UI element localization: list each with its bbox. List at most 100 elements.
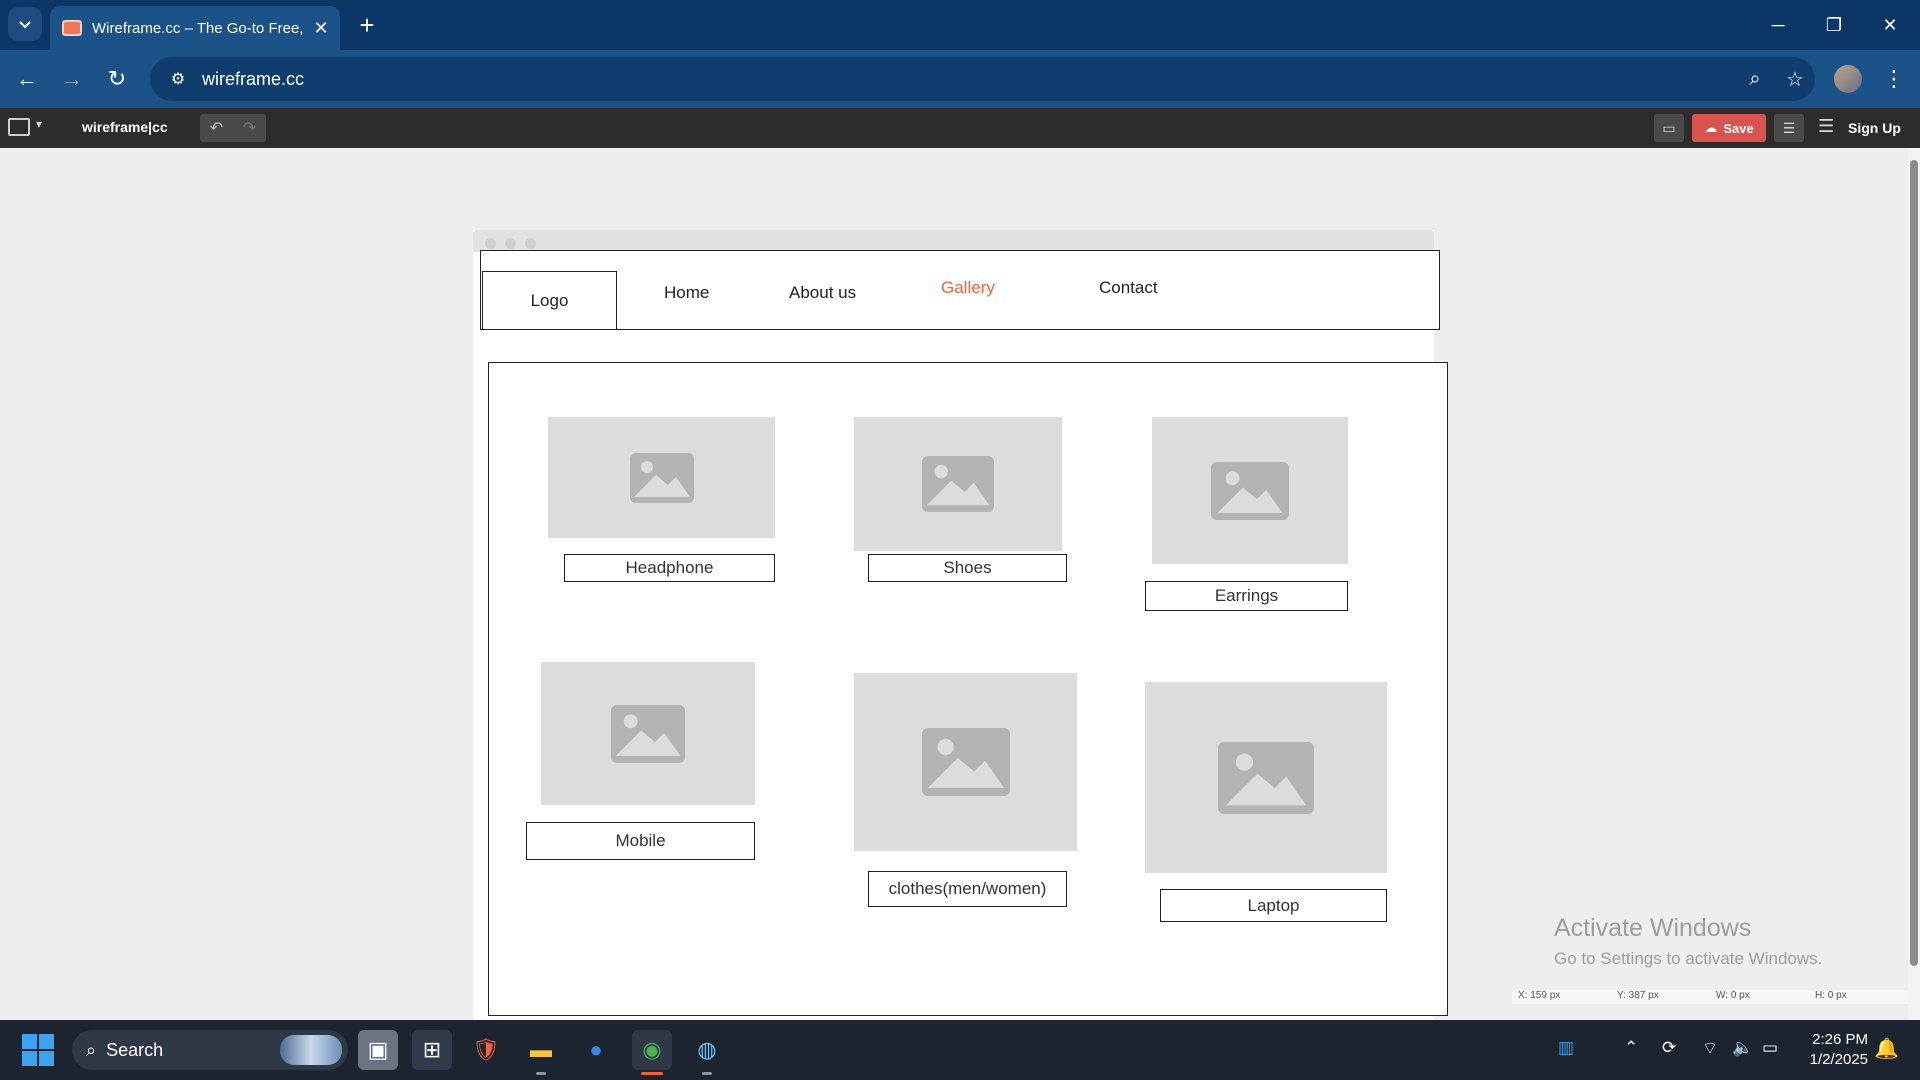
image-icon xyxy=(922,456,994,512)
windows-taskbar: ⌕ Search ▣ ⊞ 🛡 ▬ ● ◉ ◍ ▥ ⌃ ⟳ ⌔ 🔈 ▭ 2:26 … xyxy=(0,1020,1920,1080)
wifi-icon[interactable]: ⌔ xyxy=(1702,1038,1718,1059)
search-highlight-image xyxy=(280,1035,342,1065)
profile-avatar[interactable] xyxy=(1834,65,1862,93)
settings-button[interactable]: ☰ xyxy=(1774,114,1804,142)
app-toolbar: ▾ wireframe|cc ↶ ↷ ▭ ☁ Save ☰ ☰ Sign Up xyxy=(0,108,1920,148)
restore-window-button[interactable]: ❐ xyxy=(1806,0,1862,50)
comment-button[interactable]: ▭ xyxy=(1654,114,1684,142)
microsoft-store-icon[interactable]: ⊞ xyxy=(412,1030,452,1070)
widgets-icon[interactable]: ▥ xyxy=(1558,1038,1574,1058)
wireframe-logo-box[interactable]: Logo xyxy=(482,271,617,330)
gallery-label-shoes[interactable]: Shoes xyxy=(868,554,1067,582)
wireframe-favicon-icon xyxy=(62,20,82,36)
image-placeholder[interactable] xyxy=(854,417,1062,551)
canvas-scrollbar-thumb[interactable] xyxy=(1910,160,1918,966)
activate-windows-watermark: Activate Windows Go to Settings to activ… xyxy=(1554,914,1822,969)
browser-toolbar: ← → ↻ ⚙ wireframe.cc ⌕ ☆ ⋮ xyxy=(0,50,1920,108)
undo-redo-group: ↶ ↷ xyxy=(200,114,266,142)
address-bar[interactable]: ⚙ wireframe.cc ⌕ ☆ xyxy=(150,57,1815,101)
app-logo: wireframe|cc xyxy=(82,119,168,135)
image-placeholder[interactable] xyxy=(548,417,775,538)
image-placeholder[interactable] xyxy=(1152,417,1348,564)
minimize-window-button[interactable]: ─ xyxy=(1750,0,1806,50)
image-icon xyxy=(1218,741,1314,814)
running-indicator xyxy=(536,1072,546,1075)
watermark-subtitle: Go to Settings to activate Windows. xyxy=(1554,949,1823,968)
nav-link-home[interactable]: Home xyxy=(664,283,709,303)
save-button[interactable]: ☁ Save xyxy=(1692,114,1766,142)
browser-app-icon[interactable]: ● xyxy=(576,1030,616,1070)
nav-link-contact[interactable]: Contact xyxy=(1099,278,1158,298)
mockup-dot xyxy=(485,238,496,249)
notification-bell-icon[interactable]: 🔔 xyxy=(1874,1036,1899,1061)
status-w: W: 0 px xyxy=(1716,990,1750,1001)
volume-icon[interactable]: 🔈 xyxy=(1732,1038,1753,1058)
browser-tab-bar: Wireframe.cc – The Go-to Free, ✕ + ─ ❐ ✕ xyxy=(0,0,1920,50)
coordinates-status-bar: X: 159 px Y: 387 px W: 0 px H: 0 px xyxy=(1512,990,1908,1004)
url-text[interactable]: wireframe.cc xyxy=(202,69,1735,90)
tab-title: Wireframe.cc – The Go-to Free, xyxy=(92,19,302,37)
taskbar-search-label: Search xyxy=(106,1039,164,1060)
browser-menu-icon[interactable]: ⋮ xyxy=(1880,62,1908,96)
status-x: X: 159 px xyxy=(1518,990,1561,1001)
status-h: H: 0 px xyxy=(1815,990,1847,1001)
brave-browser-icon[interactable]: 🛡 xyxy=(466,1030,506,1070)
chevron-up-icon[interactable]: ⌃ xyxy=(1624,1038,1638,1058)
image-placeholder[interactable] xyxy=(854,673,1077,851)
nav-link-about[interactable]: About us xyxy=(789,283,856,303)
status-y: Y: 387 px xyxy=(1617,990,1659,1001)
windows-start-icon[interactable] xyxy=(22,1034,54,1066)
running-indicator xyxy=(702,1072,712,1075)
cloud-upload-icon: ☁ xyxy=(1704,120,1718,135)
signup-link[interactable]: Sign Up xyxy=(1848,120,1901,136)
back-arrow-icon[interactable]: ← xyxy=(10,62,44,96)
chevron-down-icon[interactable]: ▾ xyxy=(36,117,42,131)
browser-tab-active[interactable]: Wireframe.cc – The Go-to Free, ✕ xyxy=(50,6,340,50)
gallery-label-earrings[interactable]: Earrings xyxy=(1145,581,1348,611)
image-icon xyxy=(1211,461,1289,520)
file-explorer-icon[interactable]: ▬ xyxy=(521,1030,561,1070)
watermark-title: Activate Windows xyxy=(1554,914,1752,942)
image-icon xyxy=(921,728,1010,796)
save-label: Save xyxy=(1723,120,1754,136)
reload-icon[interactable]: ↻ xyxy=(100,62,134,96)
image-placeholder[interactable] xyxy=(1145,682,1387,873)
active-indicator xyxy=(641,1072,663,1075)
gallery-label-clothes[interactable]: clothes(men/women) xyxy=(868,871,1067,907)
nav-link-gallery[interactable]: Gallery xyxy=(941,278,995,298)
image-icon xyxy=(611,704,685,763)
mockup-dot xyxy=(505,238,516,249)
taskbar-search[interactable]: ⌕ Search xyxy=(72,1030,348,1070)
gallery-label-mobile[interactable]: Mobile xyxy=(526,822,755,860)
gallery-label-laptop[interactable]: Laptop xyxy=(1160,889,1387,922)
battery-icon[interactable]: ▭ xyxy=(1762,1038,1778,1058)
hamburger-menu-icon[interactable]: ☰ xyxy=(1818,116,1834,137)
frame-template-icon[interactable] xyxy=(8,118,30,136)
chrome-icon[interactable]: ◉ xyxy=(632,1030,672,1070)
taskbar-clock[interactable]: 2:26 PM 1/2/2025 xyxy=(1794,1030,1868,1070)
image-placeholder[interactable] xyxy=(541,662,755,805)
mockup-dot xyxy=(525,238,536,249)
close-tab-icon[interactable]: ✕ xyxy=(312,18,330,39)
task-view-icon[interactable]: ▣ xyxy=(358,1030,398,1070)
clock-time: 2:26 PM xyxy=(1812,1031,1868,1048)
zoom-icon[interactable]: ⌕ xyxy=(1735,68,1775,91)
forward-arrow-icon[interactable]: → xyxy=(55,62,89,96)
redo-icon[interactable]: ↷ xyxy=(243,118,256,138)
control-panel-icon[interactable]: ◍ xyxy=(687,1030,727,1070)
sync-icon[interactable]: ⟳ xyxy=(1662,1038,1676,1058)
new-tab-button[interactable]: + xyxy=(352,10,382,40)
browser-mockup-titlebar xyxy=(473,230,1434,252)
sliders-icon: ☰ xyxy=(1782,119,1796,136)
clock-date: 1/2/2025 xyxy=(1809,1051,1868,1068)
search-icon: ⌕ xyxy=(86,1039,97,1060)
chevron-down-icon xyxy=(19,21,31,29)
image-icon xyxy=(629,452,694,503)
close-window-button[interactable]: ✕ xyxy=(1862,0,1918,50)
comment-icon: ▭ xyxy=(1662,119,1676,136)
tab-search-button[interactable] xyxy=(8,7,42,41)
bookmark-star-icon[interactable]: ☆ xyxy=(1775,67,1815,92)
gallery-label-headphone[interactable]: Headphone xyxy=(564,554,775,582)
site-info-icon[interactable]: ⚙ xyxy=(158,69,198,89)
undo-icon[interactable]: ↶ xyxy=(210,118,223,138)
